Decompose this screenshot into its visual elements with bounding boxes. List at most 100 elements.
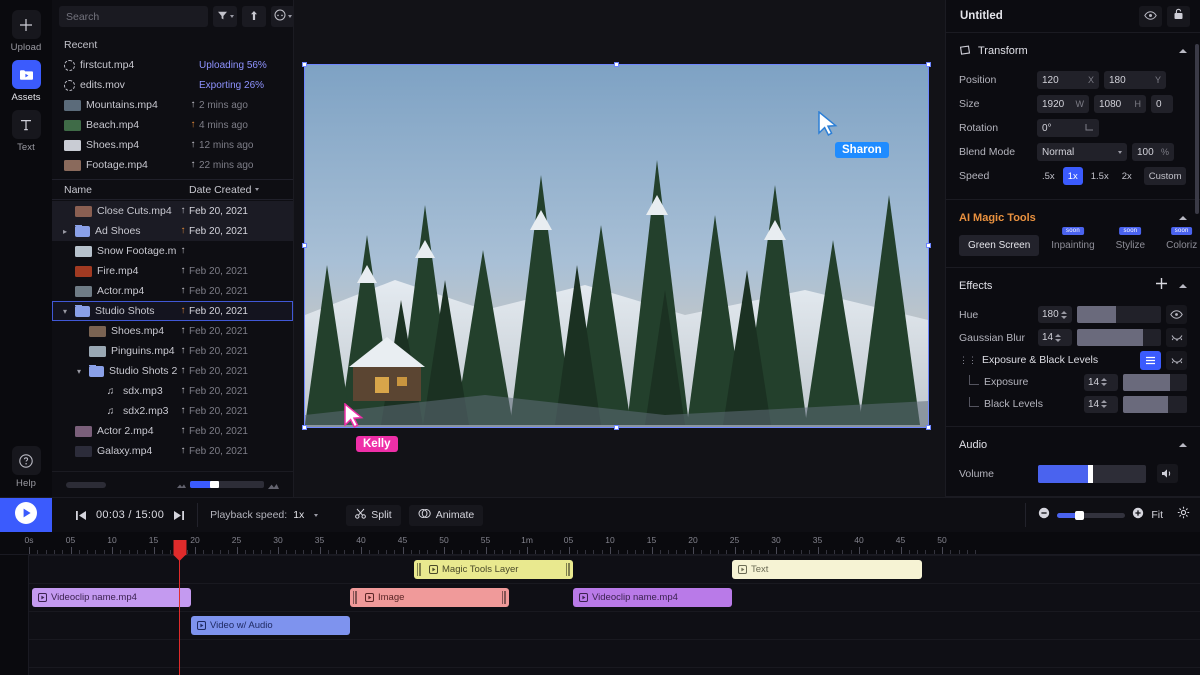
skip-forward-button[interactable] xyxy=(173,510,185,521)
visibility-toggle-button[interactable] xyxy=(1139,6,1162,27)
timeline[interactable]: 0s05101520253035404550551m05101520253035… xyxy=(0,532,1200,675)
effect-slider[interactable] xyxy=(1077,329,1161,346)
volume-slider[interactable] xyxy=(1038,465,1146,483)
thumb-slider-track[interactable] xyxy=(190,481,264,488)
timeline-clip[interactable]: Image xyxy=(350,588,509,607)
recent-item[interactable]: edits.movExporting 26% xyxy=(52,75,293,95)
preview-canvas[interactable]: Sharon Kelly xyxy=(294,0,945,497)
tree-file-row[interactable]: Actor 2.mp4↑Feb 20, 2021 xyxy=(52,421,293,441)
rail-help-group[interactable]: Help xyxy=(0,446,52,497)
eye-icon[interactable] xyxy=(1166,305,1187,324)
resize-handle-top-left[interactable] xyxy=(302,62,307,67)
effect-sub-slider[interactable] xyxy=(1123,374,1187,391)
add-effect-button[interactable] xyxy=(1155,277,1168,295)
thumbnail-size-slider[interactable] xyxy=(177,480,279,489)
resize-handle-bottom-right[interactable] xyxy=(926,425,931,430)
eye-closed-icon[interactable] xyxy=(1166,351,1187,370)
plus-circle-icon[interactable] xyxy=(1132,506,1144,524)
collapse-audio-icon[interactable] xyxy=(1179,443,1187,447)
effect-group-exposure[interactable]: ⋮⋮ Exposure & Black Levels xyxy=(959,349,1187,371)
recent-item[interactable]: Shoes.mp4↑12 mins ago xyxy=(52,135,293,155)
volume-knob[interactable] xyxy=(1088,465,1093,483)
clip-trim-handle-left[interactable] xyxy=(417,563,421,576)
clip-trim-handle-right[interactable] xyxy=(502,591,506,604)
size-width-field[interactable]: 1920 W xyxy=(1037,95,1089,113)
lock-toggle-button[interactable] xyxy=(1167,6,1190,27)
zoom-slider[interactable] xyxy=(1057,513,1125,518)
collapse-transform-icon[interactable] xyxy=(1179,49,1187,53)
stepper-icon[interactable] xyxy=(1061,311,1067,319)
resize-handle-left[interactable] xyxy=(302,243,307,248)
resize-handle-bottom-left[interactable] xyxy=(302,425,307,430)
speed-option-1x[interactable]: 1x xyxy=(1063,167,1083,185)
minus-circle-icon[interactable] xyxy=(1038,506,1050,524)
play-button[interactable] xyxy=(0,498,52,533)
speaker-icon[interactable] xyxy=(1157,464,1178,483)
tree-folder-row[interactable]: ▸Ad Shoes↑Feb 20, 2021 xyxy=(52,221,293,241)
timeline-clip[interactable]: Video w/ Audio xyxy=(191,616,350,635)
tree-file-row[interactable]: Galaxy.mp4↑Feb 20, 2021 xyxy=(52,441,293,461)
magic-tool-stylize[interactable]: soonStylize xyxy=(1107,235,1154,256)
split-button[interactable]: Split xyxy=(346,505,400,526)
resize-handle-top-center[interactable] xyxy=(614,62,619,67)
recent-item[interactable]: Footage.mp4↑22 mins ago xyxy=(52,155,293,175)
rotation-field[interactable]: 0° xyxy=(1037,119,1099,137)
resize-handle-bottom-center[interactable] xyxy=(614,425,619,430)
chevron-down-icon[interactable]: ▾ xyxy=(60,307,70,316)
tree-file-row[interactable]: Close Cuts.mp4↑Feb 20, 2021 xyxy=(52,201,293,221)
skip-back-button[interactable] xyxy=(75,510,87,521)
column-date[interactable]: Date Created xyxy=(189,184,285,196)
magic-tool-coloriz[interactable]: soonColoriz xyxy=(1157,235,1200,256)
transform-header[interactable]: Transform xyxy=(959,42,1187,60)
collapse-effects-icon[interactable] xyxy=(1179,284,1187,288)
recent-item[interactable]: firstcut.mp4Uploading 56% xyxy=(52,55,293,75)
tree-folder-row[interactable]: ▾Studio Shots 2↑Feb 20, 2021 xyxy=(52,361,293,381)
eye-closed-icon[interactable] xyxy=(1166,328,1187,347)
rail-item-assets[interactable]: Assets xyxy=(3,60,49,103)
rail-item-upload[interactable]: Upload xyxy=(3,10,49,53)
stepper-icon[interactable] xyxy=(1101,378,1107,386)
effect-value-field[interactable]: 180 xyxy=(1038,306,1072,323)
sort-button[interactable] xyxy=(242,6,266,27)
blend-mode-select[interactable]: Normal xyxy=(1037,143,1127,161)
drag-handle-icon[interactable]: ⋮⋮ xyxy=(959,355,977,366)
inspector-scrollbar[interactable] xyxy=(1195,44,1199,214)
audio-header[interactable]: Audio xyxy=(959,436,1187,454)
clip-trim-handle-left[interactable] xyxy=(353,591,357,604)
tree-file-row[interactable]: Actor.mp4↑Feb 20, 2021 xyxy=(52,281,293,301)
effect-sub-value-field[interactable]: 14 xyxy=(1084,396,1118,413)
effect-slider[interactable] xyxy=(1077,306,1161,323)
opacity-field[interactable]: 100 % xyxy=(1132,143,1174,161)
effect-sub-value-field[interactable]: 14 xyxy=(1084,374,1118,391)
tree-folder-row[interactable]: ▾Studio Shots↑Feb 20, 2021 xyxy=(52,301,293,321)
fit-button[interactable]: Fit xyxy=(1151,509,1163,521)
magic-tool-inpainting[interactable]: soonInpainting xyxy=(1042,235,1103,256)
more-options-button[interactable] xyxy=(271,6,295,27)
clip-trim-handle-right[interactable] xyxy=(566,563,570,576)
chevron-down-icon[interactable]: ▾ xyxy=(74,367,84,376)
rail-item-text[interactable]: Text xyxy=(3,110,49,153)
timeline-clip[interactable]: Videoclip name.mp4 xyxy=(573,588,732,607)
timeline-clip[interactable]: Text xyxy=(732,560,922,579)
sliders-icon[interactable] xyxy=(1140,351,1161,370)
recent-item[interactable]: Mountains.mp4↑2 mins ago xyxy=(52,95,293,115)
collapse-magic-icon[interactable] xyxy=(1179,216,1187,220)
tree-file-row[interactable]: Shoes.mp4↑Feb 20, 2021 xyxy=(52,321,293,341)
tree-file-row[interactable]: Pinguins.mp4↑Feb 20, 2021 xyxy=(52,341,293,361)
speed-option-2x[interactable]: 2x xyxy=(1117,167,1137,185)
ai-magic-tools-header[interactable]: AI Magic Tools xyxy=(959,209,1187,227)
timeline-clip[interactable]: Videoclip name.mp4 xyxy=(32,588,191,607)
speed-option-1.5x[interactable]: 1.5x xyxy=(1086,167,1114,185)
size-height-field[interactable]: 1080 H xyxy=(1094,95,1146,113)
playhead-handle[interactable] xyxy=(173,540,186,555)
column-name[interactable]: Name xyxy=(64,184,189,196)
stepper-icon[interactable] xyxy=(1055,334,1061,342)
recent-item[interactable]: Beach.mp4↑4 mins ago xyxy=(52,115,293,135)
timeline-tracks[interactable]: Magic Tools LayerTextVideoclip name.mp4I… xyxy=(28,555,1200,675)
tree-file-row[interactable]: Fire.mp4↑Feb 20, 2021 xyxy=(52,261,293,281)
position-y-field[interactable]: 180 Y xyxy=(1104,71,1166,89)
resize-handle-right[interactable] xyxy=(926,243,931,248)
gear-icon[interactable] xyxy=(1177,506,1190,524)
search-input[interactable] xyxy=(59,6,208,27)
timeline-clip[interactable]: Magic Tools Layer xyxy=(414,560,573,579)
